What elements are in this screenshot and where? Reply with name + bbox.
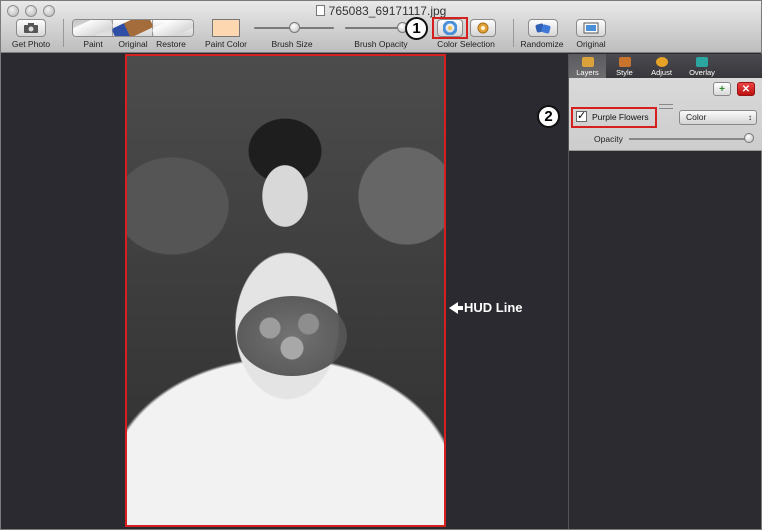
photo-icon <box>583 22 599 34</box>
toolbar: 765083_69171117.jpg Get Photo Paint Orig… <box>1 1 761 53</box>
opacity-slider-thumb[interactable] <box>744 133 754 143</box>
window-title-text: 765083_69171117.jpg <box>328 4 447 18</box>
dice-icon <box>535 23 551 33</box>
paint-button[interactable] <box>73 20 114 36</box>
tab-overlay[interactable]: Overlay <box>680 54 724 78</box>
tab-layers[interactable]: Layers <box>569 54 606 78</box>
original-brush-label: Original <box>118 39 148 49</box>
get-photo-label: Get Photo <box>11 39 51 49</box>
app-window: 765083_69171117.jpg Get Photo Paint Orig… <box>0 0 762 530</box>
paint-brush-icon <box>73 20 114 36</box>
paint-color-well[interactable] <box>212 19 240 37</box>
photo-preview[interactable] <box>125 54 446 527</box>
hud-line-label: HUD Line <box>464 300 523 315</box>
color-selection-label: Color Selection <box>437 39 495 49</box>
paint-color-label: Paint Color <box>204 39 248 49</box>
tab-style-label: Style <box>616 68 633 77</box>
brush-size-thumb[interactable] <box>288 22 300 33</box>
tab-adjust-label: Adjust <box>651 68 672 77</box>
callout-1-marker: 1 <box>405 17 428 40</box>
brush-size-label: Brush Size <box>271 39 313 49</box>
restore-button[interactable] <box>151 20 193 36</box>
toolbar-divider <box>63 19 64 47</box>
gear-icon <box>477 22 489 34</box>
layers-icon <box>581 57 594 67</box>
camera-icon <box>24 23 38 33</box>
get-photo-button[interactable] <box>16 19 46 37</box>
randomize-button[interactable] <box>528 19 558 37</box>
restore-label: Restore <box>156 39 186 49</box>
opacity-label: Opacity <box>594 134 623 144</box>
restore-brush-icon <box>151 20 193 36</box>
bouquet-region <box>237 296 347 376</box>
add-icon: + <box>719 83 725 95</box>
tab-overlay-label: Overlay <box>689 68 715 77</box>
delete-layer-button[interactable]: ✕ <box>737 82 755 96</box>
tab-adjust[interactable]: Adjust <box>643 54 680 78</box>
tab-style[interactable]: Style <box>606 54 643 78</box>
canvas-area[interactable]: HUD Line <box>1 54 568 529</box>
panel-tabs: Layers Style Adjust Overlay <box>569 54 762 78</box>
opacity-slider[interactable] <box>629 138 749 140</box>
brush-opacity-label: Brush Opacity <box>354 39 408 49</box>
original-brush-icon <box>111 20 154 36</box>
paint-mode-segmented <box>72 19 194 37</box>
window-title: 765083_69171117.jpg <box>1 4 761 18</box>
add-layer-button[interactable]: + <box>713 82 731 96</box>
delete-icon: ✕ <box>741 83 751 95</box>
original-view-label: Original <box>576 39 606 49</box>
paint-label: Paint <box>83 39 103 49</box>
callout-2-marker: 2 <box>537 105 560 128</box>
tab-layers-label: Layers <box>576 68 599 77</box>
brush-size-slider[interactable] <box>254 19 334 37</box>
hud-panel: Layers Style Adjust Overlay + ✕ ✓ Purple… <box>537 54 762 529</box>
color-selection-options-button[interactable] <box>470 19 496 37</box>
style-icon <box>618 57 631 67</box>
blend-mode-select[interactable]: Color <box>679 110 757 125</box>
randomize-label: Randomize <box>520 39 564 49</box>
document-icon <box>315 5 325 16</box>
callout-highlight <box>432 17 468 39</box>
original-view-button[interactable] <box>576 19 606 37</box>
adjust-gear-icon <box>655 57 668 67</box>
toolbar-divider <box>513 19 514 47</box>
overlay-icon <box>696 57 708 67</box>
hud-line-annotation: HUD Line <box>449 300 523 315</box>
layers-panel: + ✕ ✓ Purple Flowers Color Opacity <box>569 78 762 151</box>
original-brush-button[interactable] <box>111 20 154 36</box>
callout-highlight <box>571 107 657 128</box>
arrow-left-icon <box>449 301 463 314</box>
paint-color-swatch[interactable] <box>212 19 240 37</box>
